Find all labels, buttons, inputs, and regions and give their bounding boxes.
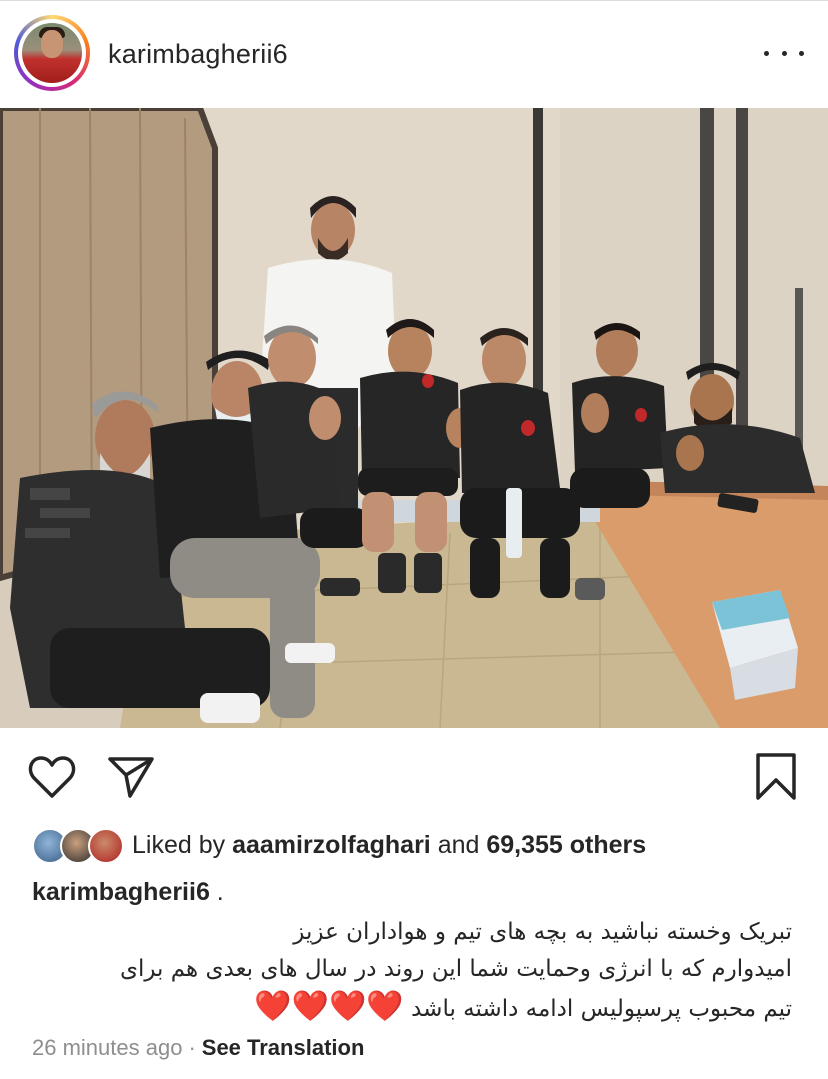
- likes-count[interactable]: 69,355 others: [486, 831, 646, 859]
- meta-separator: ·: [188, 1035, 196, 1060]
- likes-row[interactable]: Liked by aaamirzolfaghari and 69,355 oth…: [32, 826, 812, 866]
- liker-avatar: [88, 828, 124, 864]
- caption-suffix: .: [209, 878, 224, 906]
- red-heart-emoji-icon: ❤️❤️❤️❤️: [254, 989, 404, 1024]
- likes-and: and: [430, 831, 487, 859]
- post-username[interactable]: karimbagherii6: [108, 39, 288, 70]
- caption-username[interactable]: karimbagherii6: [32, 878, 210, 906]
- post-header: karimbagherii6: [0, 0, 828, 109]
- caption-line-1: تبریک وخسته نباشید به بچه های تیم و هواد…: [293, 919, 792, 945]
- caption-line-2: امیدوارم که با انرژی وحمایت شما این روند…: [119, 956, 792, 982]
- likes-prefix: Liked by: [132, 831, 233, 859]
- caption-line-3: تیم محبوب پرسپولیس ادامه داشته باشد ❤️❤️…: [22, 988, 792, 1028]
- liker-username[interactable]: aaamirzolfaghari: [232, 831, 431, 859]
- caption-text: تبریک وخسته نباشید به بچه های تیم و هواد…: [22, 914, 792, 1028]
- more-options-icon[interactable]: [764, 41, 804, 65]
- likes-text: Liked by aaamirzolfaghari and 69,355 oth…: [132, 831, 646, 860]
- post-meta: 26 minutes ago · See Translation: [32, 1035, 364, 1061]
- caption-line-3-text: تیم محبوب پرسپولیس ادامه داشته باشد: [411, 996, 792, 1022]
- post-photo[interactable]: [0, 108, 828, 728]
- see-translation-link[interactable]: See Translation: [202, 1035, 365, 1060]
- heart-outline-icon[interactable]: [28, 754, 76, 800]
- post-timestamp: 26 minutes ago: [32, 1035, 183, 1060]
- post-actions: [0, 740, 828, 820]
- paper-plane-icon[interactable]: [106, 754, 156, 800]
- caption-header: karimbagherii6 .: [32, 878, 224, 907]
- liker-avatars[interactable]: [32, 828, 124, 864]
- bookmark-icon[interactable]: [754, 752, 798, 802]
- profile-avatar[interactable]: [14, 15, 90, 91]
